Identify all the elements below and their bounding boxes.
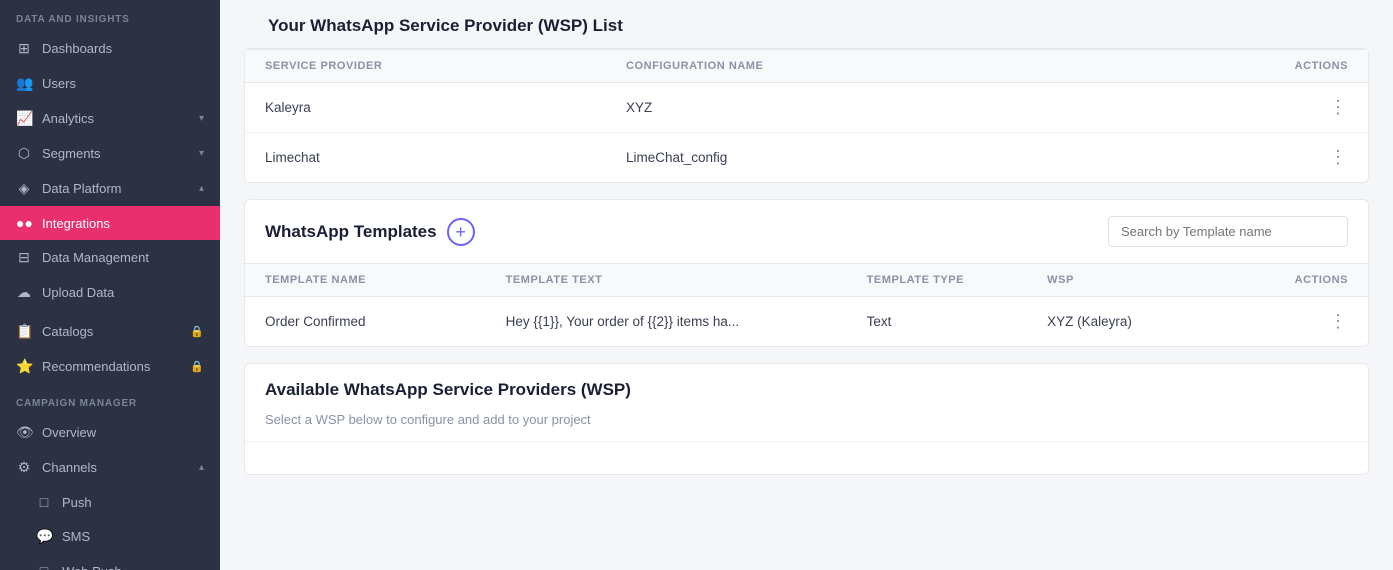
- sidebar-item-analytics[interactable]: 📈 Analytics ▾: [0, 101, 220, 136]
- col-template-name: TEMPLATE NAME: [265, 274, 506, 286]
- col-service-provider: SERVICE PROVIDER: [265, 60, 626, 72]
- service-provider-value: Kaleyra: [265, 100, 626, 115]
- table-row: Kaleyra XYZ ⋮: [245, 83, 1368, 133]
- col-template-type: TEMPLATE TYPE: [867, 274, 1048, 286]
- three-dot-icon[interactable]: ⋮: [1329, 147, 1348, 167]
- sidebar-item-label: Catalogs: [42, 324, 180, 339]
- table-row: Order Confirmed Hey {{1}}, Your order of…: [245, 297, 1368, 346]
- catalogs-icon: 📋: [16, 323, 32, 340]
- sidebar-item-label: Channels: [42, 460, 189, 475]
- sidebar-item-label: Segments: [42, 146, 189, 161]
- template-text-value: Hey {{1}}, Your order of {{2}} items ha.…: [506, 314, 867, 329]
- sidebar-item-channels[interactable]: ⚙ Channels ▴: [0, 450, 220, 485]
- sidebar-item-dashboards[interactable]: ⊞ Dashboards: [0, 31, 220, 66]
- sms-icon: 💬: [36, 528, 52, 545]
- sidebar-item-label: Web Push: [62, 564, 204, 570]
- templates-title: WhatsApp Templates: [265, 222, 437, 242]
- sidebar-item-label: Users: [42, 76, 204, 91]
- chevron-up-icon: ▴: [199, 183, 204, 194]
- templates-section-header: WhatsApp Templates +: [245, 200, 1368, 263]
- recommendations-icon: ⭐: [16, 358, 32, 375]
- available-wsp-card: Available WhatsApp Service Providers (WS…: [244, 363, 1369, 475]
- channels-icon: ⚙: [16, 459, 32, 476]
- configuration-name-value: LimeChat_config: [626, 150, 1168, 165]
- sidebar-section-campaign: CAMPAIGN MANAGER: [0, 384, 220, 415]
- sidebar-item-upload-data[interactable]: ☁ Upload Data: [0, 275, 220, 310]
- wsp-list-title: Your WhatsApp Service Provider (WSP) Lis…: [268, 16, 623, 35]
- sidebar-item-label: Data Management: [42, 250, 204, 265]
- add-template-button[interactable]: +: [447, 218, 475, 246]
- chevron-down-icon: ▾: [199, 148, 204, 159]
- push-icon: □: [36, 494, 52, 510]
- row-actions-menu[interactable]: ⋮: [1168, 147, 1349, 168]
- sidebar-item-integrations[interactable]: ●● Integrations: [0, 206, 220, 240]
- data-platform-icon: ◈: [16, 180, 32, 197]
- template-wsp-value: XYZ (Kaleyra): [1047, 314, 1228, 329]
- row-actions-menu[interactable]: ⋮: [1228, 311, 1348, 332]
- templates-table-header: TEMPLATE NAME TEMPLATE TEXT TEMPLATE TYP…: [245, 263, 1368, 297]
- overview-icon: 👁: [16, 424, 32, 441]
- users-icon: 👥: [16, 75, 32, 92]
- sidebar-item-overview[interactable]: 👁 Overview: [0, 415, 220, 450]
- template-name-value: Order Confirmed: [265, 314, 506, 329]
- web-push-icon: □: [36, 563, 52, 570]
- search-template-input[interactable]: [1108, 216, 1348, 247]
- sidebar-item-push[interactable]: □ Push: [0, 485, 220, 519]
- col-configuration-name: CONFIGURATION NAME: [626, 60, 1168, 72]
- chevron-up-icon: ▴: [199, 462, 204, 473]
- service-provider-value: Limechat: [265, 150, 626, 165]
- col-wsp: WSP: [1047, 274, 1228, 286]
- dashboards-icon: ⊞: [16, 40, 32, 57]
- three-dot-icon[interactable]: ⋮: [1329, 311, 1348, 331]
- sidebar-item-label: Dashboards: [42, 41, 204, 56]
- sidebar-item-label: Upload Data: [42, 285, 204, 300]
- sidebar-item-segments[interactable]: ⬡ Segments ▾: [0, 136, 220, 171]
- chevron-down-icon: ▾: [199, 113, 204, 124]
- sidebar-item-label: Analytics: [42, 111, 189, 126]
- configuration-name-value: XYZ: [626, 100, 1168, 115]
- data-management-icon: ⊟: [16, 249, 32, 266]
- main-content: Your WhatsApp Service Provider (WSP) Lis…: [220, 0, 1393, 570]
- templates-card: WhatsApp Templates + TEMPLATE NAME TEMPL…: [244, 199, 1369, 347]
- template-type-value: Text: [867, 314, 1048, 329]
- three-dot-icon[interactable]: ⋮: [1329, 97, 1348, 117]
- analytics-icon: 📈: [16, 110, 32, 127]
- col-actions: ACTIONS: [1228, 274, 1348, 286]
- col-actions: ACTIONS: [1168, 60, 1349, 72]
- sidebar-item-data-platform[interactable]: ◈ Data Platform ▴: [0, 171, 220, 206]
- sidebar-item-users[interactable]: 👥 Users: [0, 66, 220, 101]
- sidebar-item-sms[interactable]: 💬 SMS: [0, 519, 220, 554]
- sidebar-section-data: DATA AND INSIGHTS: [0, 0, 220, 31]
- sidebar: DATA AND INSIGHTS ⊞ Dashboards 👥 Users 📈…: [0, 0, 220, 570]
- wsp-table-header: SERVICE PROVIDER CONFIGURATION NAME ACTI…: [245, 49, 1368, 83]
- sidebar-item-data-management[interactable]: ⊟ Data Management: [0, 240, 220, 275]
- table-row: Limechat LimeChat_config ⋮: [245, 133, 1368, 182]
- sidebar-item-label: Integrations: [42, 216, 204, 231]
- sidebar-item-label: Data Platform: [42, 181, 189, 196]
- wsp-list-card: SERVICE PROVIDER CONFIGURATION NAME ACTI…: [244, 48, 1369, 183]
- available-wsp-subtitle: Select a WSP below to configure and add …: [245, 412, 1368, 442]
- row-actions-menu[interactable]: ⋮: [1168, 97, 1349, 118]
- segments-icon: ⬡: [16, 145, 32, 162]
- lock-icon: 🔒: [190, 325, 204, 338]
- sidebar-item-label: Overview: [42, 425, 204, 440]
- sidebar-item-label: Recommendations: [42, 359, 180, 374]
- col-template-text: TEMPLATE TEXT: [506, 274, 867, 286]
- sidebar-item-catalogs[interactable]: 📋 Catalogs 🔒: [0, 314, 220, 349]
- sidebar-item-label: SMS: [62, 529, 204, 544]
- lock-icon: 🔒: [190, 360, 204, 373]
- sidebar-item-web-push[interactable]: □ Web Push: [0, 554, 220, 570]
- sidebar-item-label: Push: [62, 495, 204, 510]
- page-title: Your WhatsApp Service Provider (WSP) Lis…: [244, 0, 1369, 48]
- available-wsp-title: Available WhatsApp Service Providers (WS…: [245, 364, 1368, 412]
- sidebar-item-recommendations[interactable]: ⭐ Recommendations 🔒: [0, 349, 220, 384]
- integrations-icon: ●●: [16, 215, 32, 231]
- upload-data-icon: ☁: [16, 284, 32, 301]
